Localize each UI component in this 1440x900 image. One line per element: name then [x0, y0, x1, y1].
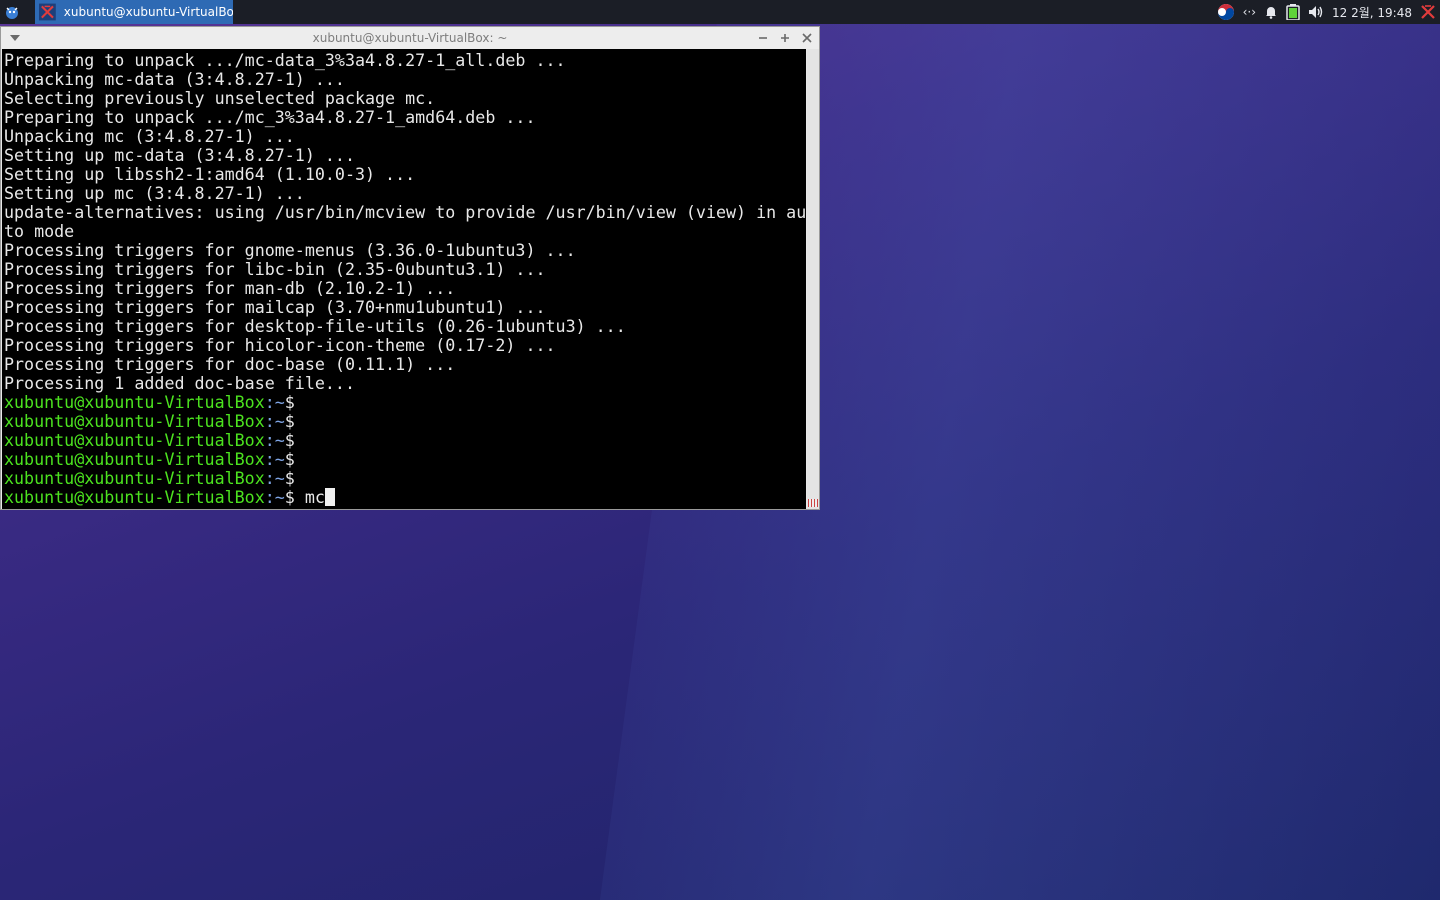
terminal-output-line: Processing triggers for libc-bin (2.35-0…	[4, 260, 546, 279]
window-title: xubuntu@xubuntu-VirtualBox: ~	[312, 31, 508, 45]
prompt-symbol: $	[284, 393, 295, 412]
network-indicator[interactable]: ‹·›	[1243, 0, 1256, 24]
terminal-view[interactable]: Preparing to unpack .../mc-data_3%3a4.8.…	[2, 49, 806, 509]
keyboard-layout-indicator[interactable]	[1217, 0, 1235, 24]
prompt-path: :~	[264, 393, 285, 412]
terminal-scrollbar[interactable]	[807, 49, 819, 509]
system-tray: ‹·› 12 2월, 19:48	[1213, 0, 1440, 24]
notifications-indicator[interactable]	[1264, 0, 1278, 24]
volume-icon	[1309, 6, 1323, 18]
prompt-user-host: xubuntu@xubuntu-VirtualBox	[4, 431, 265, 450]
window-titlebar[interactable]: xubuntu@xubuntu-VirtualBox: ~	[1, 27, 819, 49]
terminal-output-line: Processing triggers for mailcap (3.70+nm…	[4, 298, 546, 317]
top-panel: xubuntu@xubuntu-VirtualBo... ‹·› 12 2월, …	[0, 0, 1440, 24]
prompt-path: :~	[264, 450, 285, 469]
battery-indicator[interactable]	[1286, 0, 1300, 24]
terminal-output-line: Unpacking mc (3:4.8.27-1) ...	[4, 127, 295, 146]
terminal-window: xubuntu@xubuntu-VirtualBox: ~ Preparing …	[0, 26, 820, 510]
terminal-output-line: Processing triggers for desktop-file-uti…	[4, 317, 626, 336]
maximize-icon	[781, 34, 789, 42]
prompt-path: :~	[264, 469, 285, 488]
terminal-output-line: Processing triggers for gnome-menus (3.3…	[4, 241, 576, 260]
prompt-symbol: $	[284, 488, 295, 507]
taskbar-window-button[interactable]: xubuntu@xubuntu-VirtualBo...	[35, 0, 233, 24]
terminal-prompt-line: xubuntu@xubuntu-VirtualBox:~$	[4, 412, 806, 431]
terminal-output-line: Processing triggers for man-db (2.10.2-1…	[4, 279, 456, 298]
battery-icon	[1286, 4, 1300, 20]
typed-command: mc	[294, 488, 325, 507]
keyboard-layout-icon	[1217, 4, 1234, 20]
action-buttons[interactable]	[1420, 0, 1436, 24]
xubuntu-logo-icon	[1421, 5, 1435, 19]
terminal-current-prompt: xubuntu@xubuntu-VirtualBox:~$ mc	[4, 488, 806, 507]
terminal-output-line: Preparing to unpack .../mc_3%3a4.8.27-1_…	[4, 108, 536, 127]
terminal-prompt-line: xubuntu@xubuntu-VirtualBox:~$	[4, 431, 806, 450]
notification-bell-icon	[1266, 7, 1277, 19]
terminal-prompt-line: xubuntu@xubuntu-VirtualBox:~$	[4, 469, 806, 488]
terminal-output-line: Setting up libssh2-1:amd64 (1.10.0-3) ..…	[4, 165, 416, 184]
whisker-menu-button[interactable]	[0, 0, 24, 24]
volume-indicator[interactable]	[1308, 0, 1324, 24]
terminal-output-line: to mode	[4, 222, 75, 241]
close-button[interactable]	[799, 30, 815, 46]
network-icon: ‹·›	[1242, 5, 1257, 19]
terminal-output-line: Setting up mc-data (3:4.8.27-1) ...	[4, 146, 355, 165]
minimize-icon	[759, 37, 767, 39]
prompt-symbol: $	[284, 412, 295, 431]
xubuntu-terminal-icon	[39, 3, 56, 21]
prompt-user-host: xubuntu@xubuntu-VirtualBox	[4, 412, 265, 431]
prompt-user-host: xubuntu@xubuntu-VirtualBox	[4, 469, 265, 488]
prompt-path: :~	[264, 412, 285, 431]
taskbar-window-label: xubuntu@xubuntu-VirtualBo...	[63, 5, 233, 19]
prompt-symbol: $	[284, 431, 295, 450]
terminal-output-line: Unpacking mc-data (3:4.8.27-1) ...	[4, 70, 345, 89]
terminal-output-line: update-alternatives: using /usr/bin/mcvi…	[4, 203, 806, 222]
prompt-symbol: $	[284, 469, 295, 488]
close-icon	[802, 33, 812, 43]
chevron-down-icon	[10, 35, 20, 41]
terminal-output-line: Preparing to unpack .../mc-data_3%3a4.8.…	[4, 51, 566, 70]
terminal-prompt-line: xubuntu@xubuntu-VirtualBox:~$	[4, 393, 806, 412]
whisker-menu-icon	[6, 7, 18, 19]
prompt-user-host: xubuntu@xubuntu-VirtualBox	[4, 488, 265, 507]
terminal-output-line: Setting up mc (3:4.8.27-1) ...	[4, 184, 305, 203]
terminal-output-line: Processing triggers for doc-base (0.11.1…	[4, 355, 456, 374]
terminal-output: Preparing to unpack .../mc-data_3%3a4.8.…	[2, 49, 806, 507]
window-menu-button[interactable]	[9, 32, 21, 44]
prompt-path: :~	[264, 431, 285, 450]
clock-label: 12 2월, 19:48	[1332, 5, 1412, 20]
prompt-path: :~	[264, 488, 285, 507]
minimize-button[interactable]	[755, 30, 771, 46]
prompt-user-host: xubuntu@xubuntu-VirtualBox	[4, 450, 265, 469]
prompt-symbol: $	[284, 450, 295, 469]
terminal-output-line: Selecting previously unselected package …	[4, 89, 436, 108]
terminal-output-line: Processing triggers for hicolor-icon-the…	[4, 336, 556, 355]
maximize-button[interactable]	[777, 30, 793, 46]
clock[interactable]: 12 2월, 19:48	[1332, 0, 1412, 24]
terminal-prompt-line: xubuntu@xubuntu-VirtualBox:~$	[4, 450, 806, 469]
scrollbar-thumb[interactable]	[808, 499, 818, 507]
terminal-output-line: Processing 1 added doc-base file...	[4, 374, 355, 393]
prompt-user-host: xubuntu@xubuntu-VirtualBox	[4, 393, 265, 412]
text-cursor	[324, 488, 335, 506]
